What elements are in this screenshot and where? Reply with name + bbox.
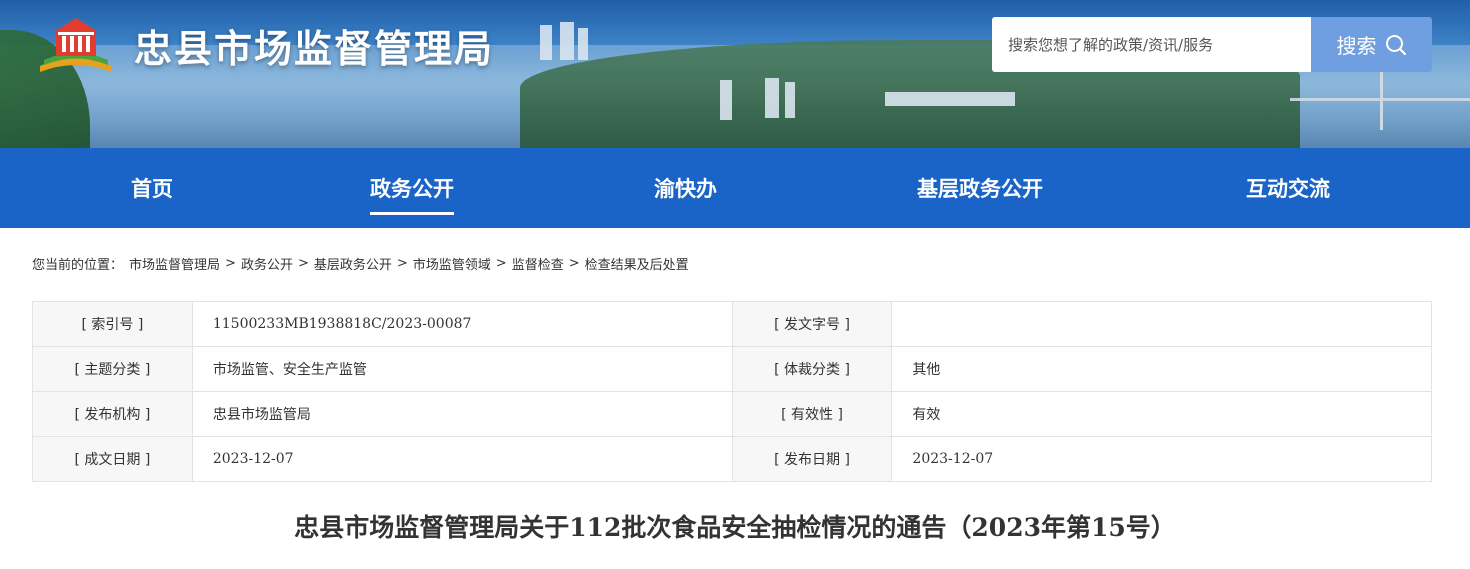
breadcrumb-separator: > [568, 256, 580, 271]
info-label-publish-date: [ 发布日期 ] [731, 436, 893, 482]
site-logo[interactable] [36, 16, 116, 76]
info-label-document-number: [ 发文字号 ] [731, 301, 893, 347]
nav-item-grassroots-affairs[interactable]: 基层政务公开 [917, 148, 1043, 228]
breadcrumb-separator: > [225, 256, 236, 271]
breadcrumb-link[interactable]: 监督检查 [512, 254, 564, 273]
info-value-topic: 市场监管、安全生产监管 [191, 346, 733, 392]
search-button-label: 搜索 [1336, 34, 1377, 58]
banner-building [785, 82, 795, 118]
banner-building [578, 28, 588, 60]
info-value-index-number: 11500233MB1938818C/2023-00087 [191, 301, 733, 347]
info-label-publisher: [ 发布机构 ] [32, 391, 193, 437]
breadcrumb-separator: > [495, 256, 507, 271]
info-label-genre: [ 体裁分类 ] [731, 346, 893, 392]
breadcrumb: 您当前的位置： 市场监督管理局 > 政务公开 > 基层政务公开 > 市场监管领域… [32, 254, 689, 273]
info-label-written-date: [ 成文日期 ] [32, 436, 193, 482]
breadcrumb-link-current[interactable]: 检查结果及后处置 [585, 254, 689, 273]
search-input[interactable] [992, 17, 1312, 72]
emblem-icon [40, 18, 112, 72]
table-row: [ 索引号 ] 11500233MB1938818C/2023-00087 [ … [32, 301, 1432, 347]
info-value-written-date: 2023-12-07 [191, 436, 733, 482]
info-label-topic: [ 主题分类 ] [32, 346, 193, 392]
banner-building [885, 92, 1015, 106]
breadcrumb-separator: > [396, 256, 408, 271]
nav-item-yukuaiban[interactable]: 渝快办 [654, 148, 717, 228]
banner-building [540, 25, 552, 60]
info-value-document-number [891, 301, 1432, 347]
breadcrumb-link[interactable]: 政务公开 [241, 254, 293, 273]
article-title: 忠县市场监督管理局关于112批次食品安全抽检情况的通告（2023年第15号） [294, 513, 1176, 542]
document-info-table: [ 索引号 ] 11500233MB1938818C/2023-00087 [ … [32, 301, 1432, 482]
banner-bridge-tower [1380, 70, 1383, 130]
table-row: [ 主题分类 ] 市场监管、安全生产监管 [ 体裁分类 ] 其他 [32, 346, 1432, 392]
table-row: [ 成文日期 ] 2023-12-07 [ 发布日期 ] 2023-12-07 [32, 436, 1432, 482]
breadcrumb-link[interactable]: 市场监管领域 [413, 254, 491, 273]
table-row: [ 发布机构 ] 忠县市场监管局 [ 有效性 ] 有效 [32, 391, 1432, 437]
breadcrumb-link[interactable]: 基层政务公开 [314, 254, 392, 273]
nav-item-government-affairs[interactable]: 政务公开 [370, 148, 454, 228]
search-button[interactable]: 搜索 [1311, 17, 1432, 72]
info-value-publisher: 忠县市场监管局 [191, 391, 733, 437]
search-icon [1385, 34, 1406, 55]
info-value-publish-date: 2023-12-07 [891, 436, 1432, 482]
info-label-index-number: [ 索引号 ] [32, 301, 193, 347]
breadcrumb-prefix: 您当前的位置： [32, 258, 124, 273]
info-value-validity: 有效 [891, 391, 1432, 437]
breadcrumb-link[interactable]: 市场监督管理局 [129, 254, 220, 273]
info-label-validity: [ 有效性 ] [731, 391, 893, 437]
breadcrumb-separator: > [297, 256, 309, 271]
nav-item-home[interactable]: 首页 [131, 148, 173, 228]
banner-building [720, 80, 732, 120]
info-value-genre: 其他 [891, 346, 1432, 392]
nav-item-interaction[interactable]: 互动交流 [1246, 148, 1330, 228]
banner-building [560, 22, 574, 60]
site-title[interactable]: 忠县市场监督管理局 [134, 18, 494, 73]
main-nav: 首页 政务公开 渝快办 基层政务公开 互动交流 [0, 148, 1470, 228]
banner-building [765, 78, 779, 118]
